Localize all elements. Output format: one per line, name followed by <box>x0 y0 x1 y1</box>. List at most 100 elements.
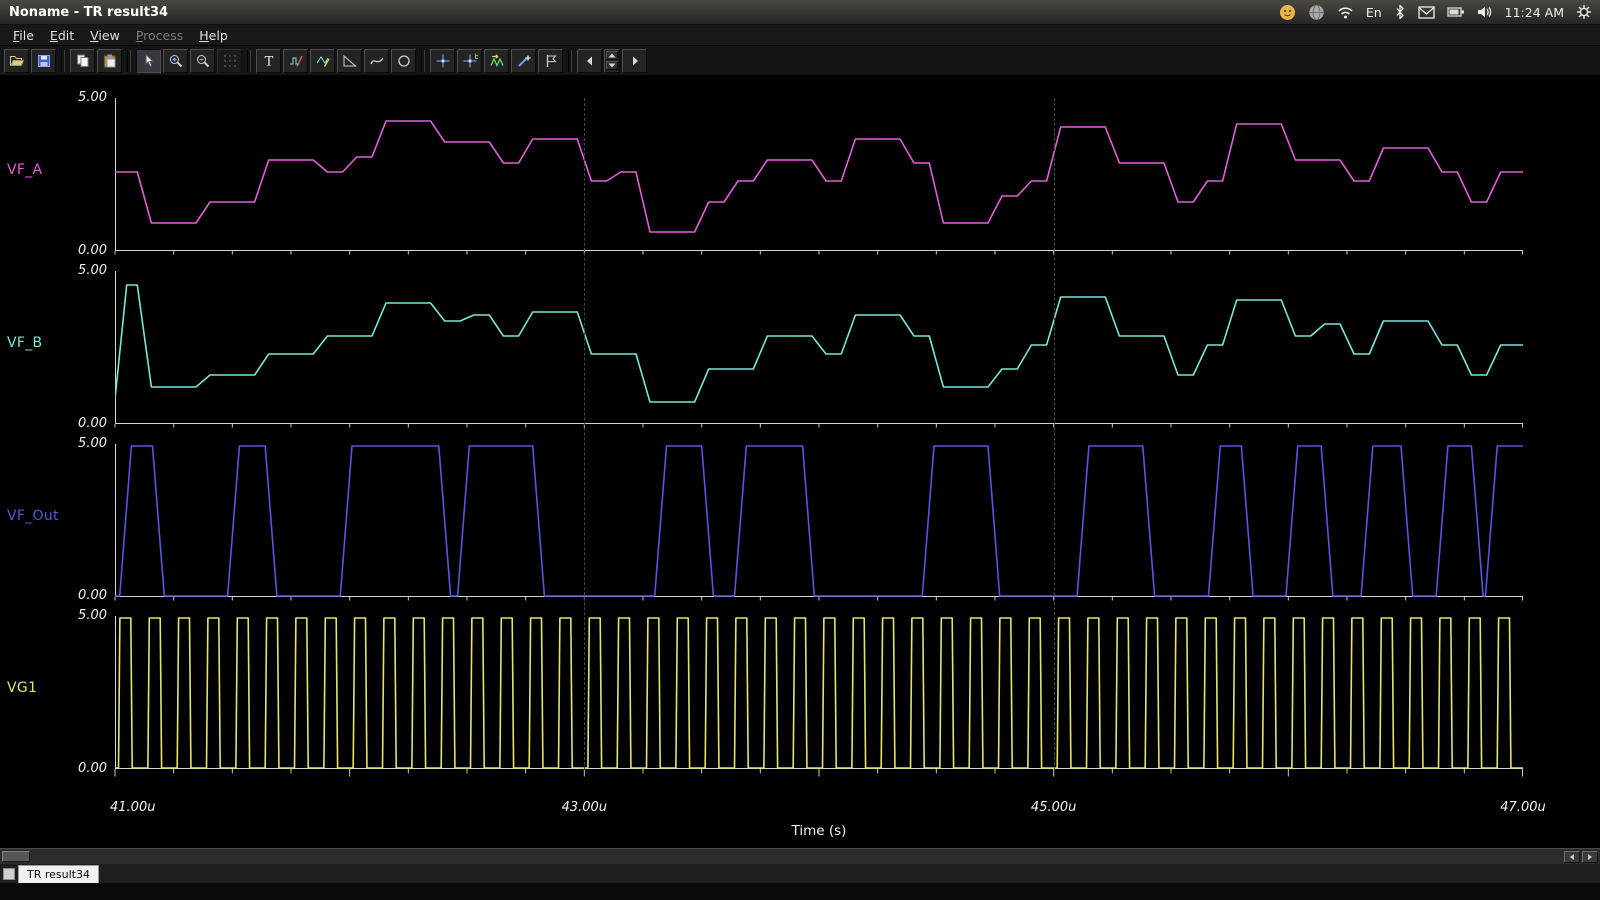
interpolate-icon <box>489 53 505 69</box>
clock-indicator[interactable]: 11:24 AM <box>1505 5 1564 20</box>
triangle-ruler-icon <box>342 53 358 69</box>
cursor-b-icon: b <box>462 53 478 69</box>
spin-up-icon[interactable] <box>606 51 618 60</box>
x-tick-label: 41.00u <box>110 800 155 815</box>
arrow-right-icon <box>627 53 643 69</box>
horizontal-scrollbar[interactable] <box>0 848 1600 864</box>
copy-button[interactable] <box>70 49 95 73</box>
waveform-panel-vg1[interactable] <box>115 616 1523 769</box>
signal-label-vg1[interactable]: VG1 <box>7 680 37 696</box>
bluetooth-icon[interactable] <box>1394 4 1406 20</box>
cursor-a-icon <box>435 53 451 69</box>
save-button[interactable] <box>31 49 56 73</box>
menu-help[interactable]: Help <box>191 26 236 45</box>
zoom-in-icon <box>168 53 184 69</box>
y-axis-max-label: 5.00 <box>0 436 107 451</box>
menu-view[interactable]: View <box>82 26 128 45</box>
panel-axes <box>116 271 1524 424</box>
y-axis-min-label: 0.00 <box>0 416 107 431</box>
curve-icon <box>369 53 385 69</box>
menu-bar: FileEditViewProcessHelp <box>0 25 1600 46</box>
select-tool-button[interactable] <box>136 49 161 73</box>
arrow-left-icon <box>582 53 598 69</box>
text-icon: T <box>261 53 277 69</box>
circle-icon <box>396 53 412 69</box>
waveform-panel-vf-a[interactable] <box>115 98 1523 251</box>
scroll-right-button[interactable] <box>1582 851 1598 863</box>
text-tool-button[interactable]: T <box>256 49 281 73</box>
menu-process: Process <box>128 26 191 45</box>
page-next-button[interactable] <box>622 49 647 73</box>
signal-label-vf-b[interactable]: VF_B <box>7 335 42 351</box>
network-sphere-icon[interactable] <box>1308 4 1325 21</box>
protractor-tool-button[interactable] <box>337 49 362 73</box>
spin-down-icon[interactable] <box>606 61 618 70</box>
toolbar-separator <box>568 50 572 72</box>
panel-axes <box>116 98 1524 251</box>
vertical-gridline <box>1054 98 1055 770</box>
scroll-left-button[interactable] <box>1564 851 1580 863</box>
waveform-panel-vf-b[interactable] <box>115 271 1523 424</box>
svg-text:T: T <box>264 54 273 69</box>
tab-tr-result34[interactable]: TR result34 <box>18 865 99 883</box>
battery-icon[interactable] <box>1447 6 1465 18</box>
status-strip <box>0 883 1600 900</box>
svg-text:b: b <box>474 53 478 61</box>
page-prev-button[interactable] <box>577 49 602 73</box>
mail-icon[interactable] <box>1418 6 1435 19</box>
y-axis-max-label: 5.00 <box>0 90 107 105</box>
toolbar: T b <box>0 46 1600 76</box>
grid-toggle-button <box>217 49 242 73</box>
x-axis-tick-row <box>115 424 1523 433</box>
zoom-in-button[interactable] <box>163 49 188 73</box>
vertical-gridline <box>584 98 585 770</box>
waveform-trace-VF_B <box>115 285 1523 402</box>
interpolate-tool-button[interactable] <box>484 49 509 73</box>
open-button[interactable] <box>4 49 29 73</box>
waveform-probe-2-button[interactable] <box>310 49 335 73</box>
toolbar-separator <box>127 50 131 72</box>
waveform-probe-1-button[interactable] <box>283 49 308 73</box>
volume-icon[interactable] <box>1477 5 1493 19</box>
y-axis-min-label: 0.00 <box>0 588 107 603</box>
ellipse-tool-button[interactable] <box>391 49 416 73</box>
scrollbar-thumb[interactable] <box>2 851 30 862</box>
tab-corner-box[interactable] <box>3 868 15 880</box>
y-axis-min-label: 0.00 <box>0 761 107 776</box>
keyboard-indicator-icon[interactable] <box>1279 4 1296 21</box>
save-floppy-icon <box>36 53 52 69</box>
signal-label-vf-a[interactable]: VF_A <box>7 162 42 178</box>
x-tick-label: 47.00u <box>1500 800 1545 815</box>
language-indicator[interactable]: En <box>1366 5 1382 20</box>
toolbar-separator <box>247 50 251 72</box>
marker-tool-button[interactable] <box>538 49 563 73</box>
session-menu-icon[interactable] <box>1576 4 1592 20</box>
menu-file[interactable]: File <box>5 26 42 45</box>
x-tick-label: 45.00u <box>1031 800 1076 815</box>
wifi-icon[interactable] <box>1337 5 1354 19</box>
system-tray: En 11:24 AM <box>1279 4 1600 21</box>
pen-add-tool-button[interactable] <box>511 49 536 73</box>
cursor-b-tool-button[interactable]: b <box>457 49 482 73</box>
cursor-a-tool-button[interactable] <box>430 49 455 73</box>
signal-label-vf-out[interactable]: VF_Out <box>7 508 59 524</box>
waveform-viewer: 5.00 0.00 VF_A 5.00 0.00 VF_B 5.00 0.00 … <box>0 76 1600 848</box>
page-spinner[interactable] <box>604 49 620 73</box>
waveform-trace-VG1 <box>115 618 1523 768</box>
scroll-right-icon <box>1586 853 1594 861</box>
waveform-panel-vf-out[interactable] <box>115 444 1523 597</box>
paste-icon <box>102 53 118 69</box>
curve-tool-button[interactable] <box>364 49 389 73</box>
toolbar-separator <box>61 50 65 72</box>
step-probe-icon <box>288 53 304 69</box>
y-axis-min-label: 0.00 <box>0 243 107 258</box>
zoom-out-button[interactable] <box>190 49 215 73</box>
menu-edit[interactable]: Edit <box>42 26 82 45</box>
y-axis-max-label: 5.00 <box>0 263 107 278</box>
paste-button[interactable] <box>97 49 122 73</box>
grid-dots-icon <box>222 53 238 69</box>
pen-plus-icon <box>516 53 532 69</box>
x-axis-tick-row <box>115 769 1523 778</box>
zigzag-probe-icon <box>315 53 331 69</box>
toolbar-separator <box>421 50 425 72</box>
